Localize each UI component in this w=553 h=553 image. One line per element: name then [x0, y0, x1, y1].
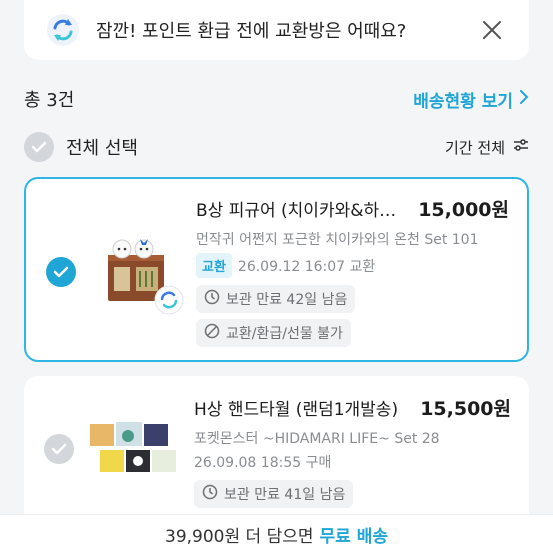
item-title-row: H상 핸드타월 (랜덤1개발송) 15,500원 — [194, 394, 511, 421]
clock-icon — [204, 289, 220, 309]
selection-row: 전체 선택 기간 전체 — [24, 132, 529, 162]
item-price: 15,000원 — [418, 199, 509, 221]
exchange-banner[interactable]: 잠깐! 포인트 환급 전에 교환방은 어때요? — [24, 0, 529, 60]
chevron-right-icon — [519, 89, 529, 110]
item-checkbox[interactable] — [44, 434, 74, 464]
period-filter-label: 기간 전체 — [445, 138, 505, 157]
clock-icon — [202, 484, 218, 504]
item-title-row: B상 피규어 (치이카와&하… 15,000원 — [196, 195, 509, 222]
storage-expiry-chip: 보관 만료 42일 남음 — [196, 285, 356, 313]
select-all-label: 전체 선택 — [66, 138, 138, 159]
exchange-badge-icon — [154, 285, 184, 319]
item-title: B상 피규어 (치이카와&하… — [196, 201, 397, 221]
storage-expiry-chip: 보관 만료 41일 남음 — [194, 480, 354, 508]
order-item-card[interactable]: H상 핸드타월 (랜덤1개발송) 15,500원 포켓몬스터 ~HIDAMARI… — [24, 376, 529, 526]
free-shipping-label: 무료 배송 — [319, 526, 388, 547]
check-icon — [24, 132, 54, 162]
select-all-checkbox[interactable]: 전체 선택 — [24, 132, 138, 162]
towel-thumbnail — [90, 422, 180, 482]
order-item-card[interactable]: B상 피규어 (치이카와&하… 15,000원 먼작귀 어쩐지 포근한 치이카와… — [24, 177, 529, 362]
item-checkbox[interactable] — [46, 257, 76, 287]
storage-expiry-text: 보관 만료 41일 남음 — [224, 487, 346, 503]
item-subtitle: 먼작귀 어쩐지 포근한 치이카와의 온천 Set 101 — [196, 232, 479, 248]
item-subtitle: 포켓몬스터 ~HIDAMARI LIFE~ Set 28 — [194, 431, 440, 447]
item-title: H상 핸드타월 (랜덤1개발송) — [194, 400, 399, 420]
item-price: 15,500원 — [420, 398, 511, 420]
restriction-text: 교환/환급/선물 불가 — [226, 326, 343, 342]
close-icon[interactable] — [477, 15, 507, 45]
item-meta: 교환 26.09.12 16:07 교환 — [196, 253, 375, 278]
delivery-status-label: 배송현황 보기 — [413, 91, 513, 112]
period-filter-button[interactable]: 기간 전체 — [445, 137, 529, 158]
summary-row: 총 3건 배송현황 보기 — [24, 86, 529, 112]
exchange-tag: 교환 — [196, 253, 232, 278]
delivery-status-link[interactable]: 배송현황 보기 — [413, 87, 529, 112]
prohibited-icon — [204, 323, 220, 343]
item-date: 26.09.12 16:07 교환 — [237, 258, 376, 275]
free-shipping-amount: 39,900원 더 담으면 — [165, 526, 314, 547]
refresh-icon — [46, 13, 80, 47]
order-count: 총 3건 — [24, 90, 75, 111]
filter-icon — [513, 138, 529, 156]
restriction-chip: 교환/환급/선물 불가 — [196, 319, 351, 347]
storage-expiry-text: 보관 만료 42일 남음 — [226, 292, 348, 308]
item-date: 26.09.08 18:55 구매 — [194, 455, 332, 471]
banner-text: 잠깐! 포인트 환급 전에 교환방은 어때요? — [96, 21, 407, 42]
free-shipping-bar: 39,900원 더 담으면 무료 배송 — [0, 514, 553, 553]
